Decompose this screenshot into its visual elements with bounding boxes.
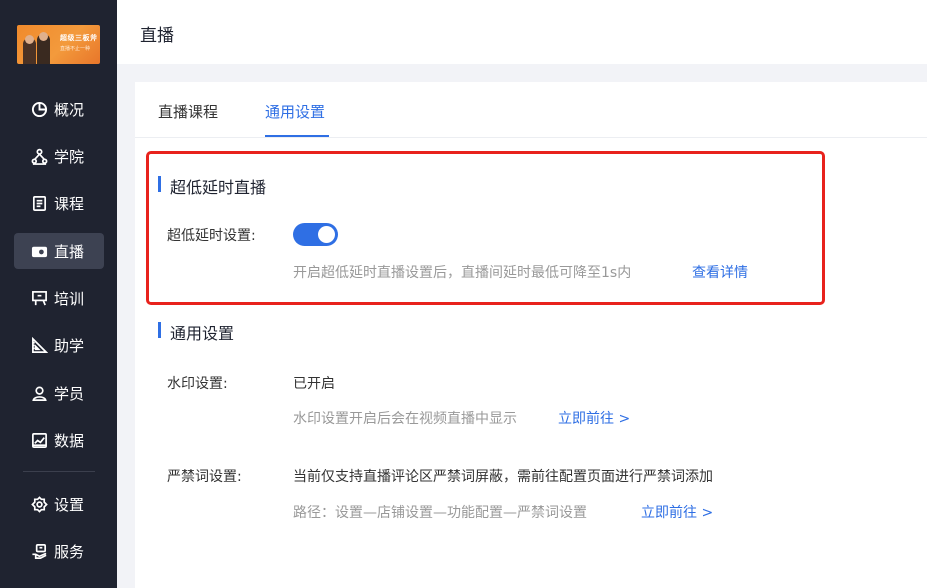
ultra-low-latency-label: 超低延时设置: [167, 228, 256, 244]
sidebar-item-label: 培训 [54, 289, 85, 308]
sidebar-item-label: 服务 [54, 542, 85, 561]
brand-logo[interactable]: 超级三板斧 直播不止一种 [17, 25, 100, 64]
watermark-label: 水印设置: [167, 376, 228, 392]
banned-words-path-hint: 路径：设置—店铺设置—功能配置—严禁词设置 [293, 505, 587, 521]
sidebar-item-data[interactable]: 数据 [14, 422, 104, 458]
ruler-triangle-icon [31, 336, 48, 354]
ultra-low-latency-toggle[interactable] [293, 223, 338, 246]
section-title-general: 通用设置 [158, 320, 234, 344]
app-root: 超级三板斧 直播不止一种 概况 学院 课程 直播 培训 助学 学员 数据 设置 … [0, 0, 927, 588]
gear-icon [31, 495, 48, 513]
toggle-knob [318, 226, 335, 243]
sidebar-item-label: 概况 [54, 100, 85, 119]
video-camera-icon [31, 243, 48, 260]
tab-live-courses[interactable]: 直播课程 [158, 101, 218, 122]
banned-words-goto-link[interactable]: 立即前往 > [641, 502, 713, 522]
banned-words-description: 当前仅支持直播评论区严禁词屏蔽，需前往配置页面进行严禁词添加 [293, 469, 713, 485]
active-tab-indicator [265, 135, 329, 137]
document-icon [31, 195, 48, 212]
sidebar-item-label: 数据 [54, 431, 85, 450]
logo-line2: 直播不止一种 [60, 46, 91, 52]
banned-words-label: 严禁词设置: [167, 469, 242, 485]
watermark-goto-link[interactable]: 立即前往 > [558, 408, 630, 428]
sidebar-divider [23, 471, 95, 472]
logo-line1: 超级三板斧 [60, 34, 98, 42]
sidebar-item-service[interactable]: 服务 [14, 533, 104, 569]
sidebar-item-training[interactable]: 培训 [14, 280, 104, 316]
page-header: 直播 [117, 0, 927, 64]
watermark-hint: 水印设置开启后会在视频直播中显示 [293, 411, 517, 427]
logo-people-image [23, 31, 53, 64]
sidebar-item-label: 课程 [54, 194, 85, 213]
sidebar-item-courses[interactable]: 课程 [14, 185, 104, 221]
watermark-status: 已开启 [293, 376, 335, 392]
user-icon [31, 385, 48, 402]
org-tree-icon [31, 148, 48, 165]
sidebar-item-settings[interactable]: 设置 [14, 486, 104, 522]
presentation-icon [31, 290, 48, 307]
service-hand-icon [31, 543, 48, 560]
sidebar-item-label: 助学 [54, 336, 85, 355]
tab-general-settings[interactable]: 通用设置 [265, 101, 325, 122]
settings-card: 直播课程 通用设置 超低延时直播 超低延时设置: 开启超低延时直播设置后，直播间… [135, 82, 927, 588]
section-title-ultra-low-latency: 超低延时直播 [158, 174, 266, 198]
page-title: 直播 [140, 26, 174, 46]
view-details-link[interactable]: 查看详情 [692, 262, 748, 282]
sidebar-item-study-aid[interactable]: 助学 [14, 327, 104, 363]
pie-chart-icon [31, 101, 48, 118]
tab-bar: 直播课程 通用设置 [135, 82, 927, 138]
ultra-low-latency-hint: 开启超低延时直播设置后，直播间延时最低可降至1s内 [293, 265, 632, 281]
sidebar-item-label: 学院 [54, 147, 85, 166]
sidebar-item-academy[interactable]: 学院 [14, 138, 104, 174]
sidebar-item-label: 学员 [54, 384, 85, 403]
sidebar-item-overview[interactable]: 概况 [14, 91, 104, 127]
sidebar-item-live[interactable]: 直播 [14, 233, 104, 269]
sidebar-item-label: 设置 [54, 495, 85, 514]
chart-frame-icon [31, 432, 48, 449]
sidebar-item-label: 直播 [54, 242, 85, 261]
sidebar: 超级三板斧 直播不止一种 概况 学院 课程 直播 培训 助学 学员 数据 设置 … [0, 0, 117, 588]
sidebar-item-students[interactable]: 学员 [14, 375, 104, 411]
